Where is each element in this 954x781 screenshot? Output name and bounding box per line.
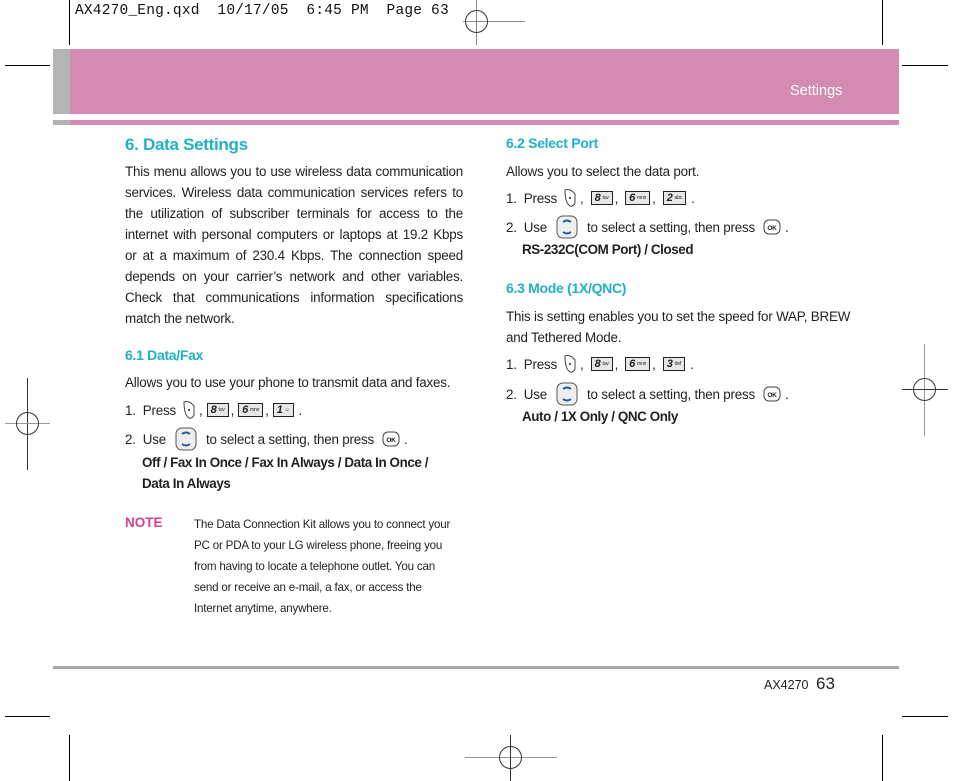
key-8-icon: 8 tuv	[590, 191, 613, 205]
options-line: Data In Always	[142, 476, 231, 491]
step-text: 2. Use	[506, 219, 548, 235]
data-fax-step-2: 2. Use to select a setting, then press O…	[125, 426, 408, 452]
navigation-key-icon	[556, 382, 578, 406]
ok-key-icon: OK	[382, 431, 400, 447]
step-text: 1. Press	[125, 402, 177, 418]
section-title: Settings	[790, 83, 843, 99]
period: .	[691, 190, 695, 206]
data-fax-options: Off / Fax In Once / Fax In Always / Data…	[142, 452, 428, 494]
period: .	[298, 402, 303, 418]
key-6-icon: 6 mno	[625, 357, 651, 371]
period: .	[689, 356, 694, 372]
crop-mark-bottom-right-h	[902, 716, 948, 717]
comma: ,	[614, 190, 619, 206]
key-8-icon: 8 tuv	[590, 357, 613, 371]
print-slug: AX4270_Eng.qxd 10/17/05 6:45 PM Page 63	[75, 3, 449, 19]
step-text: to select a setting, then press	[587, 386, 756, 402]
page-number: 63	[816, 674, 835, 693]
svg-text:OK: OK	[767, 225, 777, 232]
comma: ,	[614, 356, 619, 372]
select-port-options: RS-232C(COM Port) / Closed	[522, 242, 694, 257]
comma: ,	[652, 190, 656, 206]
header-band	[70, 49, 899, 114]
registration-mark-bottom	[465, 735, 557, 781]
navigation-key-icon	[175, 427, 197, 451]
footer-rule	[53, 666, 899, 669]
subsection-title-mode: 6.3 Mode (1X/QNC)	[506, 280, 627, 296]
data-fax-step-1: 1. Press , 8 tuv , 6 mno , 1 ☺ .	[125, 399, 302, 421]
select-port-step-2: 2. Use to select a setting, then press O…	[506, 214, 789, 240]
subsection-title-data-fax: 6.1 Data/Fax	[125, 347, 204, 363]
ok-key-icon: OK	[763, 386, 781, 402]
crop-mark-top-right-v	[882, 0, 883, 45]
header-rule-gray	[53, 120, 70, 125]
key-2-icon: 2 abc	[662, 191, 687, 205]
step-text: 2. Use	[125, 431, 167, 447]
registration-mark-left	[5, 378, 50, 470]
crop-mark-top-left-v	[69, 0, 70, 45]
header-rule-pink	[70, 120, 899, 125]
menu-softkey-icon	[564, 355, 576, 373]
comma: ,	[580, 356, 584, 372]
step-text: to select a setting, then press	[587, 219, 756, 235]
crop-mark-top-right-h	[902, 65, 948, 66]
period: .	[785, 386, 789, 402]
crop-mark-bottom-left-h	[5, 716, 50, 717]
header-tab-gray	[53, 49, 70, 114]
key-3-icon: 3 def	[662, 357, 685, 371]
intro-paragraph: This menu allows you to use wireless dat…	[125, 164, 463, 326]
key-6-icon: 6 mno	[238, 403, 264, 417]
key-1-icon: 1 ☺	[272, 403, 294, 417]
svg-text:OK: OK	[767, 392, 777, 399]
comma: ,	[230, 402, 235, 418]
registration-mark-right	[902, 344, 948, 436]
footer-model: AX4270	[764, 678, 809, 692]
period: .	[404, 431, 408, 447]
menu-softkey-icon	[183, 401, 195, 419]
comma: ,	[199, 402, 203, 418]
key-6-icon: 6 mno	[625, 191, 651, 205]
mode-step-2: 2. Use to select a setting, then press O…	[506, 381, 789, 407]
ok-key-icon: OK	[763, 219, 781, 235]
crop-mark-top-left-h	[5, 65, 50, 66]
mode-options: Auto / 1X Only / QNC Only	[522, 409, 678, 424]
comma: ,	[652, 356, 656, 372]
comma: ,	[580, 190, 584, 206]
data-fax-description: Allows you to use your phone to transmit…	[125, 375, 451, 390]
step-text: 2. Use	[506, 386, 548, 402]
note-text: The Data Connection Kit allows you to co…	[194, 518, 451, 615]
menu-softkey-icon	[564, 189, 576, 207]
crop-mark-bottom-left-v	[69, 735, 70, 781]
comma: ,	[265, 402, 269, 418]
options-line: Off / Fax In Once / Fax In Always / Data…	[142, 455, 429, 470]
mode-description: This is setting enables you to set the s…	[506, 309, 851, 345]
navigation-key-icon	[556, 215, 578, 239]
period: .	[785, 219, 789, 235]
key-8-icon: 8 tuv	[206, 403, 229, 417]
step-text: 1. Press	[506, 356, 558, 372]
select-port-step-1: 1. Press , 8 tuv , 6 mno , 2 abc .	[506, 187, 695, 209]
mode-step-1: 1. Press , 8 tuv , 6 mno , 3 def .	[506, 353, 694, 375]
crop-mark-bottom-right-v	[882, 735, 883, 781]
step-text: 1. Press	[506, 190, 558, 206]
page-title: 6. Data Settings	[125, 135, 248, 154]
registration-mark-top	[463, 0, 525, 45]
note-label: NOTE	[125, 515, 163, 530]
select-port-description: Allows you to select the data port.	[506, 164, 700, 179]
step-text: to select a setting, then press	[206, 431, 375, 447]
svg-text:OK: OK	[386, 437, 396, 444]
subsection-title-select-port: 6.2 Select Port	[506, 135, 598, 151]
